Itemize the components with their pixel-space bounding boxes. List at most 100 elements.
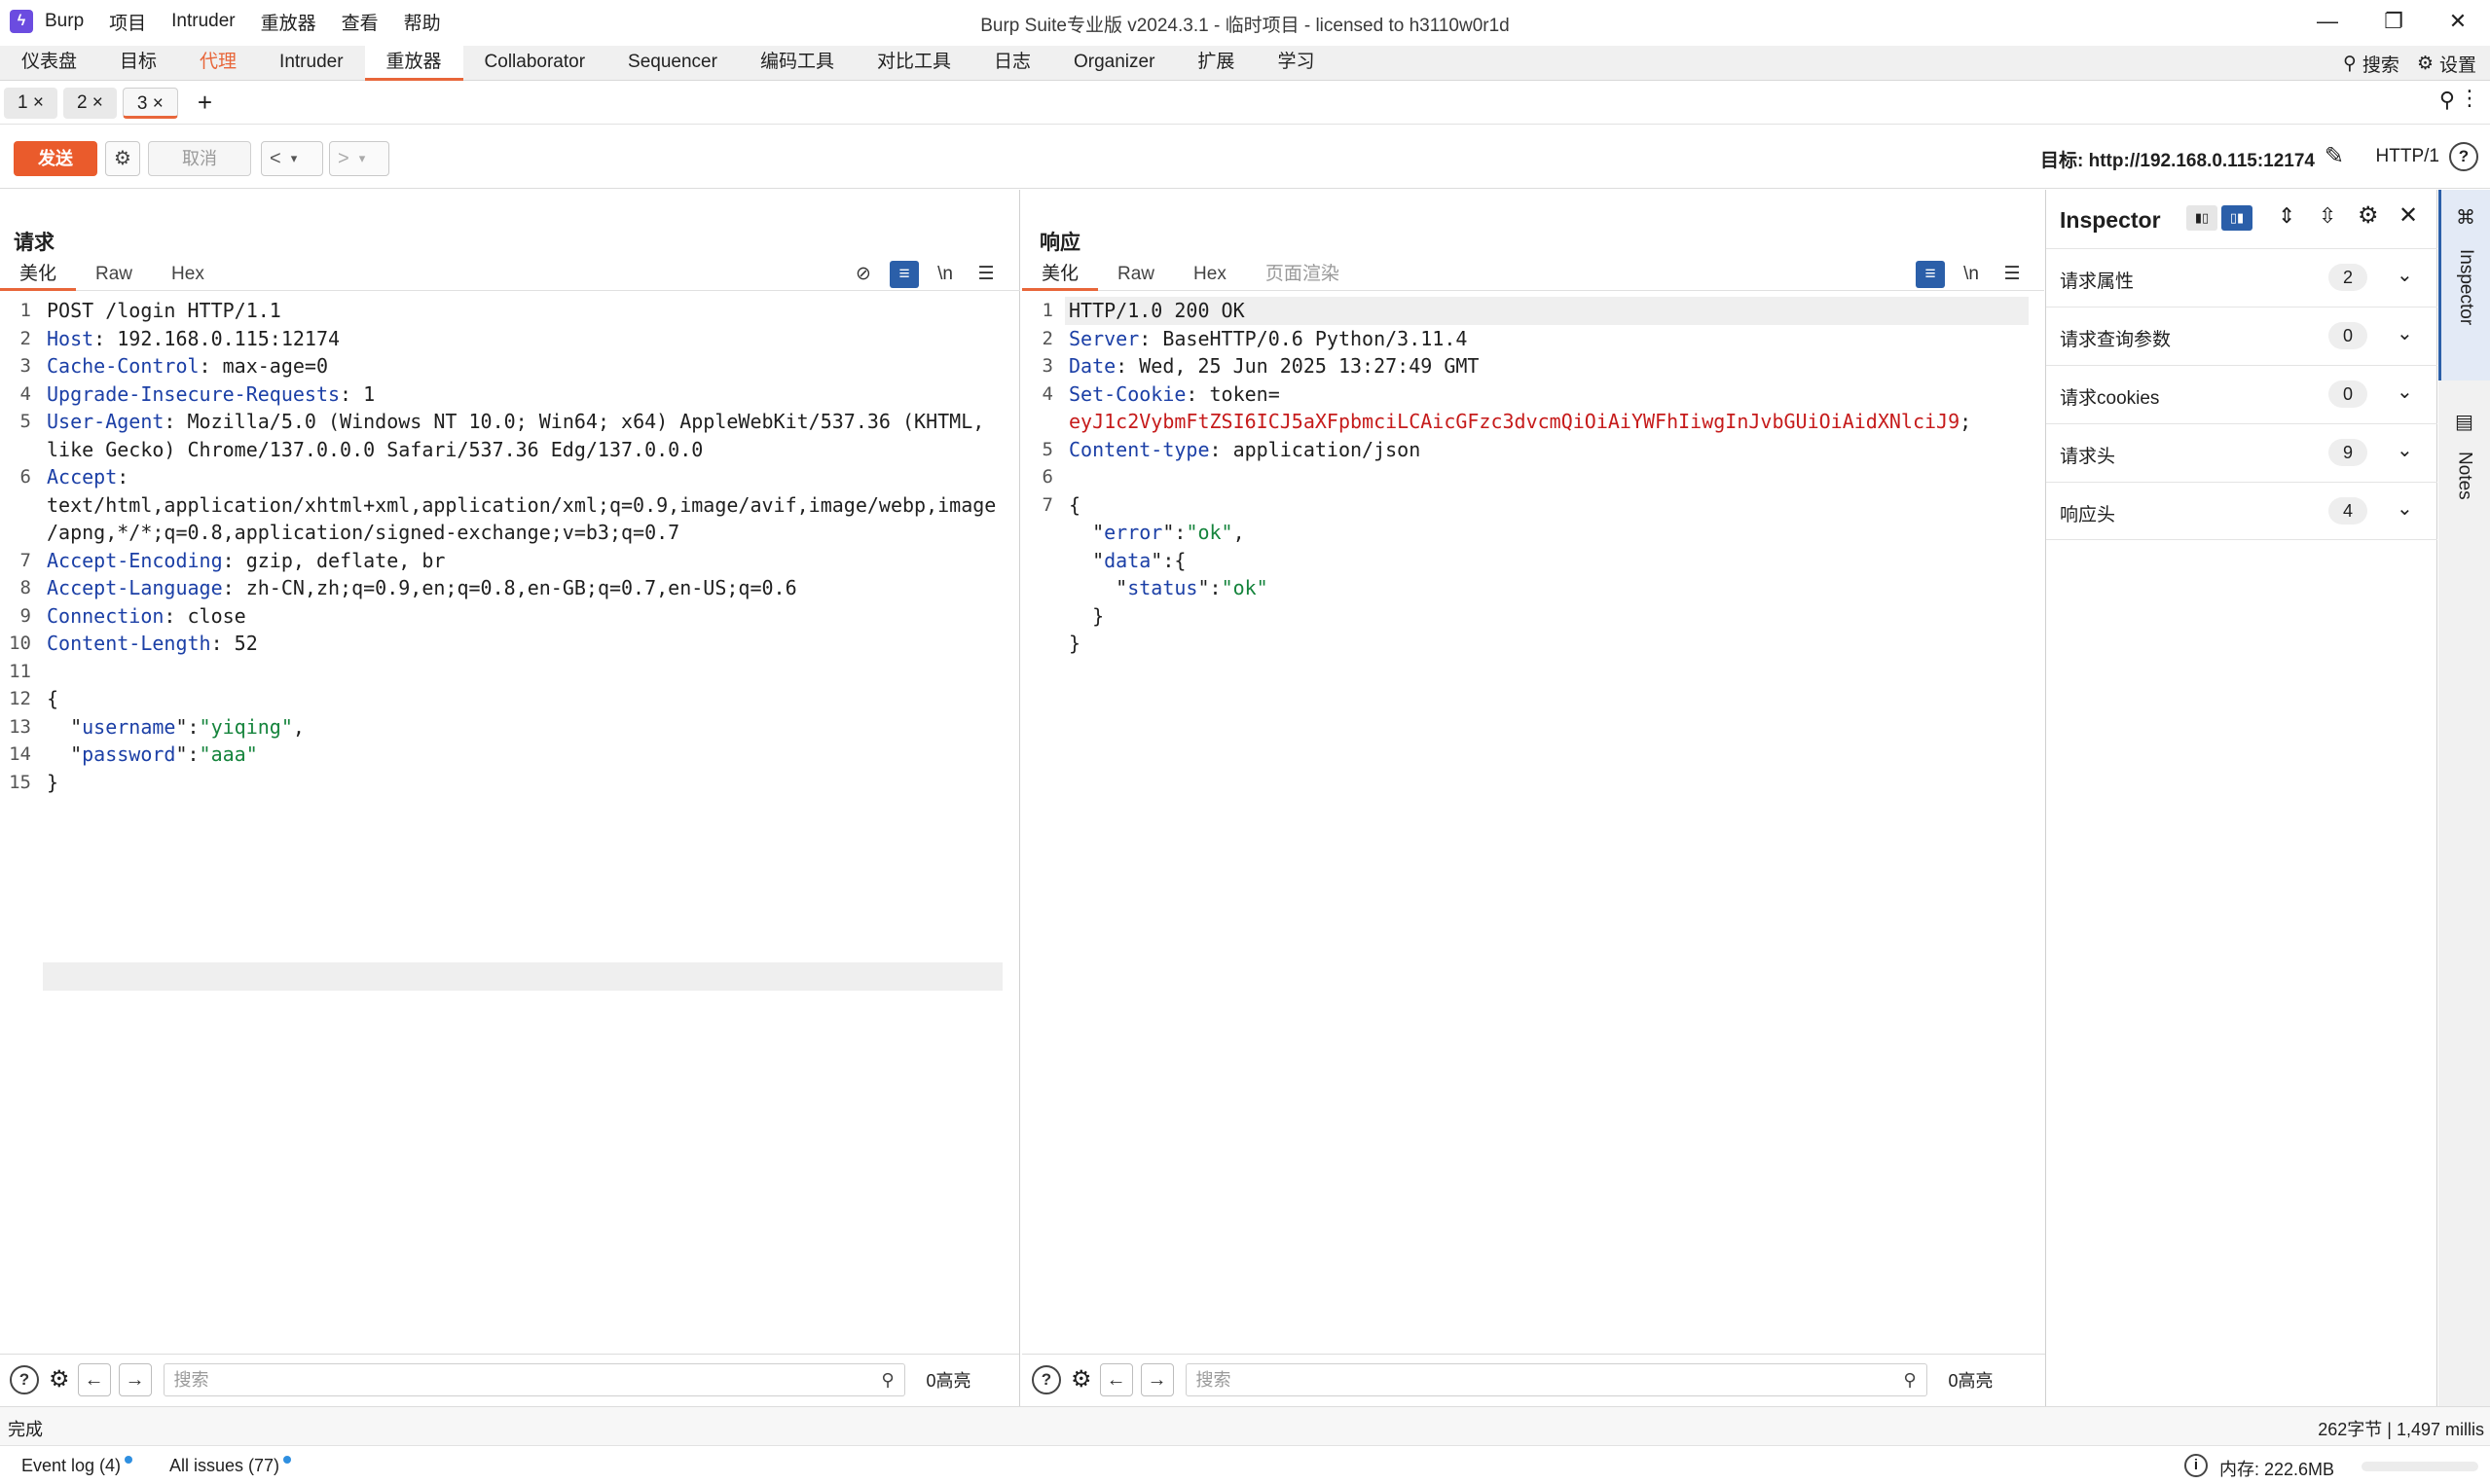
wrap-lines-icon[interactable]: ≡ xyxy=(890,261,919,288)
wrap-lines-icon[interactable]: ≡ xyxy=(1916,261,1945,288)
next-match-arrow-right-icon[interactable]: → xyxy=(118,1362,152,1396)
response-code[interactable]: HTTP/1.0 200 OK Server: BaseHTTP/0.6 Pyth… xyxy=(1069,297,1971,658)
response-editor[interactable]: 1 2 3 4 5 6 7 HTTP/1.0 200 OK Server: BaseHTTP… xyxy=(1022,297,2045,1465)
search-placeholder: 搜索 xyxy=(173,1369,209,1390)
code-key: Server xyxy=(1069,326,1140,350)
tab-search-icon[interactable]: ⚲ xyxy=(2439,88,2455,113)
next-match-arrow-right-icon[interactable]: → xyxy=(1140,1362,1174,1396)
search-icon[interactable]: ⚲ xyxy=(2343,53,2357,75)
inspector-row-request-headers[interactable]: 请求头 9 ⌄ xyxy=(2046,423,2437,482)
tab-dashboard[interactable]: 仪表盘 xyxy=(0,46,98,81)
tab-proxy[interactable]: 代理 xyxy=(178,46,258,81)
gear-icon[interactable]: ⚙ xyxy=(2417,53,2434,75)
line-number: 10 xyxy=(9,633,31,654)
line-number: 2 xyxy=(1042,327,1053,349)
collapse-all-icon[interactable]: ⇳ xyxy=(2319,203,2336,229)
send-button[interactable]: 发送 xyxy=(14,141,97,176)
global-search-label[interactable]: 搜索 xyxy=(2362,51,2399,77)
inspector-gear-icon[interactable]: ⚙ xyxy=(2358,201,2379,230)
line-number: 1 xyxy=(19,300,31,321)
history-forward-button[interactable]: > ▾ xyxy=(329,141,389,176)
prev-match-arrow-left-icon[interactable]: ← xyxy=(77,1362,111,1396)
repeater-tab-3[interactable]: 3 × xyxy=(122,87,178,119)
response-tab-render[interactable]: 页面渲染 xyxy=(1246,260,1359,291)
tab-target[interactable]: 目标 xyxy=(98,46,178,81)
repeater-tab-1[interactable]: 1 × xyxy=(4,87,57,119)
tab-comparer[interactable]: 对比工具 xyxy=(856,46,972,81)
line-number xyxy=(1022,408,1061,436)
memory-usage: 内存: 222.6MB xyxy=(2219,1460,2335,1479)
newline-icon[interactable]: \n xyxy=(1957,261,1986,288)
inspector-row-request-attributes[interactable]: 请求属性 2 ⌄ xyxy=(2046,248,2437,307)
menu-icon[interactable]: ☰ xyxy=(1997,261,2027,288)
code-text: : max-age=0 xyxy=(199,354,328,378)
tab-logger[interactable]: 日志 xyxy=(972,46,1052,81)
newline-icon[interactable]: \n xyxy=(931,261,960,288)
search-settings-gear-icon[interactable]: ⚙ xyxy=(1071,1365,1092,1394)
code-line: } xyxy=(1069,630,1971,658)
request-search-input[interactable]: 搜索 ⚲ xyxy=(163,1362,905,1396)
help-icon[interactable]: ? xyxy=(2449,142,2478,171)
inspector-layout-a-icon[interactable]: ▮▯ xyxy=(2186,205,2217,231)
repeater-tab-2[interactable]: 2 × xyxy=(62,87,117,119)
history-back-button[interactable]: < ▾ xyxy=(261,141,323,176)
code-key: error xyxy=(1104,521,1163,544)
info-icon[interactable]: i xyxy=(2184,1454,2208,1477)
code-text: : 1 xyxy=(340,381,376,406)
request-editor[interactable]: 12345 6 7 8 9 10 11 12 13 14 15 POST /login HTTP… xyxy=(0,297,1019,1465)
code-line: Connection: close xyxy=(47,602,996,631)
cancel-button[interactable]: 取消 xyxy=(148,141,251,176)
hide-eye-icon[interactable]: ⊘ xyxy=(849,261,878,288)
close-window-icon[interactable]: ✕ xyxy=(2424,4,2490,39)
menu-icon[interactable]: ☰ xyxy=(971,261,1001,288)
line-number: 4 xyxy=(19,382,31,405)
response-search-input[interactable]: 搜索 ⚲ xyxy=(1185,1362,1927,1396)
tab-collaborator[interactable]: Collaborator xyxy=(463,46,607,81)
response-tab-hex[interactable]: Hex xyxy=(1174,260,1246,291)
code-line: "data":{ xyxy=(1069,547,1971,575)
memory-bar xyxy=(2362,1462,2478,1471)
sidebar-tab-notes[interactable]: ▤ Notes xyxy=(2438,410,2490,556)
chevron-down-icon: ⌄ xyxy=(2397,440,2413,461)
tab-decoder[interactable]: 编码工具 xyxy=(739,46,856,81)
code-text: " xyxy=(1069,548,1105,572)
tab-intruder[interactable]: Intruder xyxy=(258,46,364,81)
all-issues-link[interactable]: All issues (77) xyxy=(169,1456,292,1476)
sidebar-tab-inspector[interactable]: ⌘ Inspector xyxy=(2438,190,2490,380)
settings-label[interactable]: 设置 xyxy=(2439,51,2476,77)
tab-learn[interactable]: 学习 xyxy=(1256,46,1336,81)
search-settings-gear-icon[interactable]: ⚙ xyxy=(49,1365,70,1394)
tab-repeater[interactable]: 重放器 xyxy=(364,45,463,81)
inspector-row-response-headers[interactable]: 响应头 4 ⌄ xyxy=(2046,482,2437,540)
http-version[interactable]: HTTP/1 xyxy=(2376,146,2439,167)
restore-icon[interactable]: ❐ xyxy=(2360,4,2428,39)
inspector-row-query-params[interactable]: 请求查询参数 0 ⌄ xyxy=(2046,307,2437,365)
help-icon[interactable]: ? xyxy=(1032,1364,1061,1394)
request-tab-hex[interactable]: Hex xyxy=(152,260,224,291)
tab-sequencer[interactable]: Sequencer xyxy=(606,46,739,81)
response-tab-pretty[interactable]: 美化 xyxy=(1022,260,1099,291)
request-tab-raw[interactable]: Raw xyxy=(76,260,152,291)
help-icon[interactable]: ? xyxy=(10,1364,39,1394)
code-line: eyJ1c2VybmFtZSI6ICJ5aXFpbmciLCAicGFzc3dv… xyxy=(1069,408,1971,436)
response-tab-raw[interactable]: Raw xyxy=(1098,260,1174,291)
inspector-layout-b-icon[interactable]: ▯▮ xyxy=(2221,205,2252,231)
minimize-icon[interactable]: — xyxy=(2293,4,2362,39)
code-text: POST /login HTTP/1.1 xyxy=(47,299,281,322)
event-log-link[interactable]: Event log (4) xyxy=(21,1456,133,1476)
code-line: Accept-Encoding: gzip, deflate, br xyxy=(47,547,996,575)
expand-all-icon[interactable]: ⇕ xyxy=(2278,203,2295,229)
inspector-row-cookies[interactable]: 请求cookies 0 ⌄ xyxy=(2046,365,2437,423)
edit-target-pencil-icon[interactable]: ✎ xyxy=(2325,142,2344,170)
add-tab-icon[interactable]: + xyxy=(198,88,212,118)
tab-organizer[interactable]: Organizer xyxy=(1052,46,1176,81)
tab-extensions[interactable]: 扩展 xyxy=(1176,46,1256,81)
request-tab-pretty[interactable]: 美化 xyxy=(0,260,77,291)
chevron-down-icon: ▾ xyxy=(358,151,366,165)
more-options-icon[interactable]: ⋮ xyxy=(2459,86,2480,111)
send-settings-gear-icon[interactable]: ⚙ xyxy=(105,141,140,176)
request-code[interactable]: POST /login HTTP/1.1 Host: 192.168.0.115:… xyxy=(47,297,996,796)
close-inspector-icon[interactable]: ✕ xyxy=(2398,201,2418,230)
code-text: } xyxy=(47,770,59,794)
prev-match-arrow-left-icon[interactable]: ← xyxy=(1099,1362,1133,1396)
